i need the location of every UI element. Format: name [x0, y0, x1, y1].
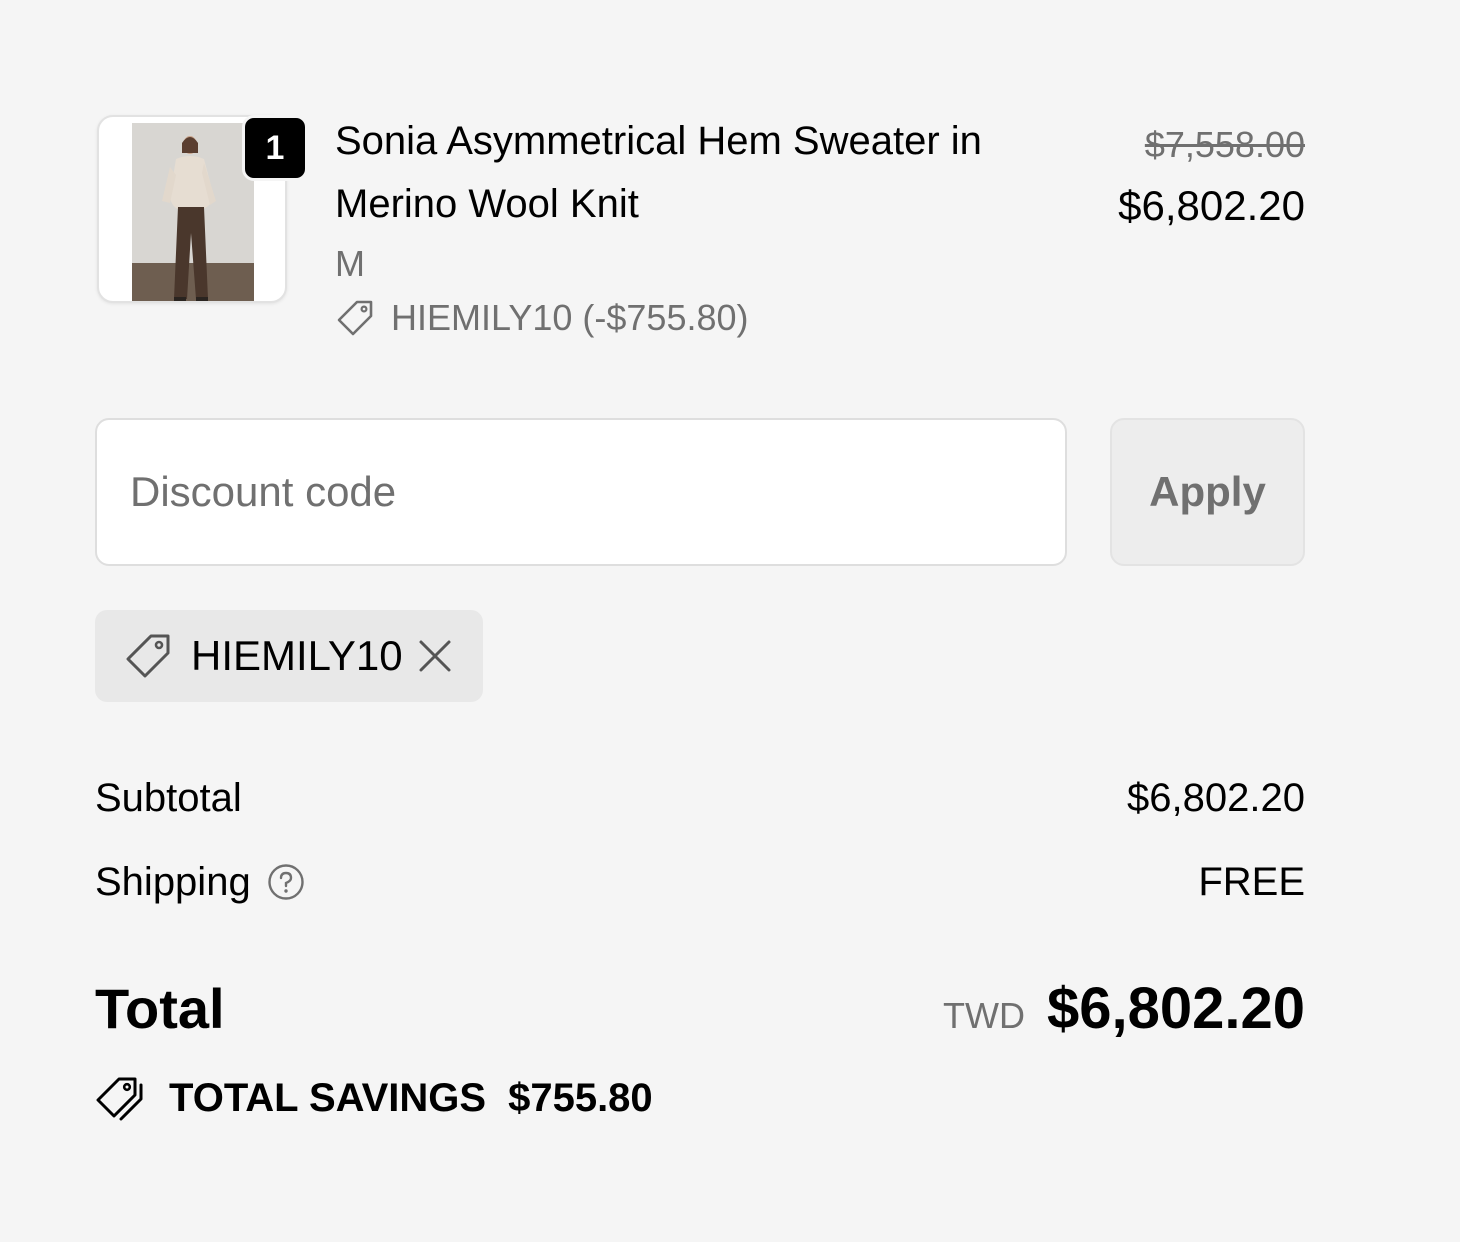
line-item-discount: HIEMILY10 (-$755.80)	[335, 296, 1055, 340]
discount-code-input[interactable]	[95, 418, 1067, 566]
line-item: 1 Sonia Asymmetrical Hem Sweater in Meri…	[95, 96, 1305, 356]
total-savings-value: $755.80	[508, 1075, 653, 1120]
tag-icon	[337, 300, 373, 336]
shipping-value: FREE	[1198, 859, 1305, 904]
product-variant: M	[335, 243, 365, 284]
total-value: $6,802.20	[1046, 975, 1305, 1041]
line-item-price: $7,558.00 $6,802.20	[1118, 122, 1305, 236]
applied-discount-chip: HIEMILY10	[95, 610, 483, 702]
shipping-label-group: Shipping	[95, 860, 305, 905]
close-icon[interactable]	[415, 636, 455, 676]
line-item-discount-text: HIEMILY10 (-$755.80)	[391, 297, 749, 338]
product-title: Sonia Asymmetrical Hem Sweater in Merino…	[335, 119, 982, 226]
shipping-row: Shipping FREE	[95, 854, 1305, 910]
total-savings-label: TOTAL SAVINGS	[169, 1075, 487, 1120]
product-photo	[132, 123, 254, 301]
subtotal-label: Subtotal	[95, 775, 242, 820]
total-savings-row: TOTAL SAVINGS $755.80	[95, 1070, 653, 1126]
total-row: Total TWD $6,802.20	[95, 972, 1305, 1044]
order-summary: 1 Sonia Asymmetrical Hem Sweater in Meri…	[95, 0, 1305, 1242]
subtotal-value: $6,802.20	[1127, 775, 1305, 820]
compare-at-price: $7,558.00	[1144, 124, 1305, 165]
total-label: Total	[95, 976, 225, 1040]
line-item-info: Sonia Asymmetrical Hem Sweater in Merino…	[335, 110, 1055, 340]
currency-code: TWD	[943, 994, 1025, 1036]
subtotal-row: Subtotal $6,802.20	[95, 770, 1305, 826]
question-circle-icon[interactable]	[267, 863, 305, 901]
tag-icon	[126, 634, 170, 678]
applied-discount-code: HIEMILY10	[191, 632, 403, 679]
shipping-label: Shipping	[95, 859, 251, 904]
apply-button[interactable]: Apply	[1110, 418, 1305, 566]
tags-icon	[96, 1077, 143, 1121]
quantity-badge: 1	[242, 115, 308, 181]
product-thumbnail-wrapper: 1	[97, 115, 308, 303]
total-value-group: TWD $6,802.20	[943, 975, 1305, 1042]
discount-form: Apply	[95, 418, 1305, 566]
final-price: $6,802.20	[1118, 182, 1305, 229]
